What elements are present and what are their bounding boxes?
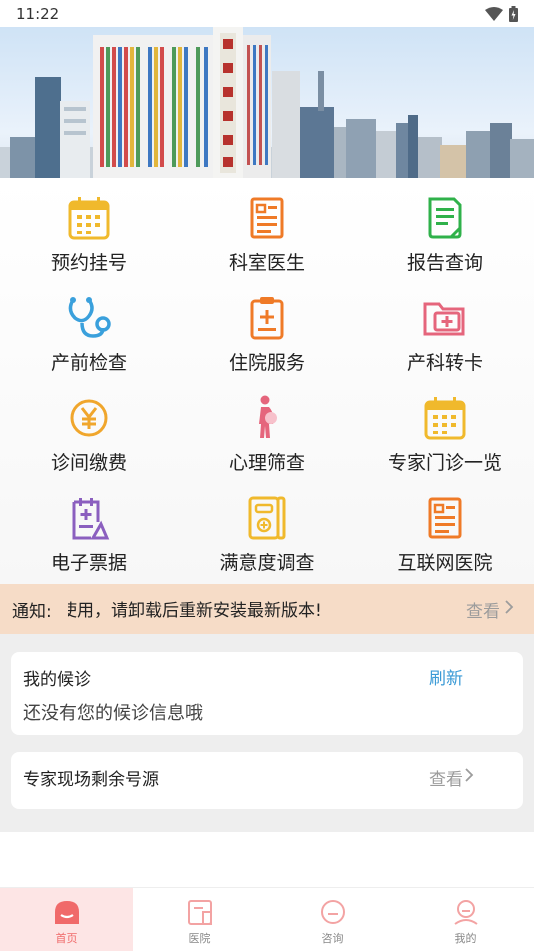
grid-item-label: 诊间缴费 — [50, 452, 127, 474]
yuan-icon — [70, 399, 108, 437]
grid-item-e-receipt[interactable]: 电子票据 — [0, 484, 178, 584]
tab-hospital[interactable]: 医院 — [133, 888, 266, 951]
calendar-icon — [424, 397, 466, 440]
function-grid: 预约挂号 科室医生 报告查询 产前检查 住院服务 产科转卡 诊间缴费 心理筛查 … — [0, 178, 534, 584]
grid-item-label: 专家门诊一览 — [387, 452, 502, 474]
grid-item-report-query[interactable]: 报告查询 — [356, 184, 534, 284]
grid-item-clinic-payment[interactable]: 诊间缴费 — [0, 384, 178, 484]
grid-item-label: 报告查询 — [406, 252, 483, 274]
hospital-skyline-image — [0, 27, 534, 178]
grid-item-label: 住院服务 — [228, 352, 305, 374]
user-icon — [454, 900, 478, 925]
grid-item-obstetric-transfer[interactable]: 产科转卡 — [356, 284, 534, 384]
grid-item-label: 互联网医院 — [397, 552, 493, 574]
clipboard-plus-icon — [250, 297, 284, 340]
grid-item-appointment[interactable]: 预约挂号 — [0, 184, 178, 284]
survey-icon — [248, 496, 286, 540]
receipt-icon — [72, 498, 110, 540]
grid-item-label: 满意度调查 — [219, 552, 315, 574]
status-icons — [485, 6, 518, 22]
chevron-right-icon — [505, 600, 514, 614]
report-icon — [428, 197, 462, 239]
chat-face-icon — [321, 900, 345, 924]
pregnant-woman-icon — [259, 395, 277, 438]
grid-item-expert-clinic-list[interactable]: 专家门诊一览 — [356, 384, 534, 484]
grid-item-label: 科室医生 — [228, 252, 305, 274]
tab-label: 咨询 — [321, 932, 344, 945]
expert-more-link[interactable]: 查看 — [429, 765, 463, 790]
notice-bar[interactable]: 通知: 使用，请卸载后重新安装最新版本! 查看 — [0, 584, 534, 634]
wifi-icon — [485, 7, 503, 21]
document-icon — [250, 197, 284, 239]
folder-plus-icon — [423, 302, 465, 336]
grid-item-internet-hospital[interactable]: 互联网医院 — [356, 484, 534, 584]
tab-home[interactable]: 首页 — [0, 888, 133, 951]
grid-item-label: 产科转卡 — [406, 352, 483, 374]
expert-slots-card[interactable]: 专家现场剩余号源 查看 — [11, 752, 523, 809]
battery-icon — [509, 6, 518, 22]
chevron-right-icon — [465, 768, 474, 782]
grid-item-department-doctors[interactable]: 科室医生 — [178, 184, 356, 284]
refresh-button[interactable]: 刷新 — [429, 664, 463, 689]
calendar-icon — [68, 197, 110, 240]
tab-consult[interactable]: 咨询 — [266, 888, 399, 951]
grid-item-prenatal-check[interactable]: 产前检查 — [0, 284, 178, 384]
grid-item-label: 预约挂号 — [50, 252, 127, 274]
waiting-card: 我的候诊 刷新 还没有您的候诊信息哦 — [11, 652, 523, 735]
grid-item-label: 产前检查 — [50, 352, 127, 374]
tab-label: 医院 — [188, 932, 211, 945]
grid-item-satisfaction-survey[interactable]: 满意度调查 — [178, 484, 356, 584]
hospital-banner[interactable] — [0, 27, 534, 178]
notice-marquee: 使用，请卸载后重新安装最新版本! — [68, 596, 432, 622]
grid-item-psych-screening[interactable]: 心理筛查 — [178, 384, 356, 484]
bottom-tab-bar: 首页 医院 咨询 我的 — [0, 887, 534, 951]
status-bar: 11:22 — [0, 0, 534, 27]
home-icon — [55, 901, 79, 924]
expert-slots-title: 专家现场剩余号源 — [23, 770, 159, 790]
tab-label: 我的 — [454, 932, 477, 945]
notice-more-link[interactable]: 查看 — [466, 597, 500, 622]
grid-item-inpatient-service[interactable]: 住院服务 — [178, 284, 356, 384]
stethoscope-icon — [68, 297, 111, 338]
document-icon — [428, 497, 462, 539]
grid-item-label: 心理筛查 — [228, 452, 305, 474]
tab-mine[interactable]: 我的 — [399, 888, 534, 951]
waiting-card-title: 我的候诊 — [23, 670, 91, 690]
notice-message: 使用，请卸载后重新安装最新版本! — [68, 601, 322, 621]
status-time: 11:22 — [16, 5, 60, 23]
grid-item-label: 电子票据 — [50, 552, 127, 574]
notice-title: 通知: — [12, 602, 52, 622]
hospital-building-icon — [188, 900, 212, 925]
waiting-empty-text: 还没有您的候诊信息哦 — [23, 703, 203, 724]
tab-label: 首页 — [55, 932, 78, 945]
